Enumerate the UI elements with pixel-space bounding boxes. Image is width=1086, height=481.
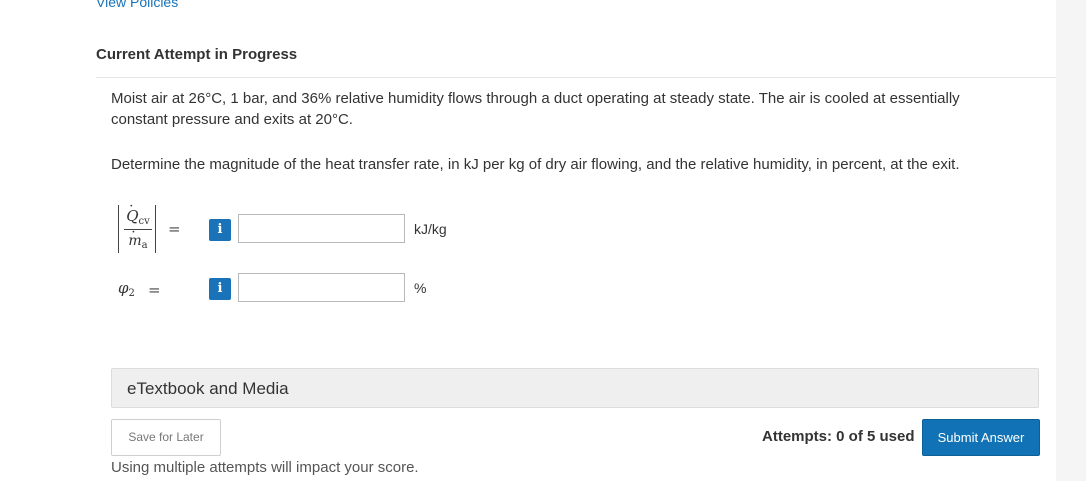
question-instruction: Determine the magnitude of the heat tran… — [111, 156, 960, 173]
heat-transfer-unit: kJ/kg — [414, 221, 447, 237]
view-policies-link[interactable]: View Policies — [96, 0, 178, 10]
info-icon[interactable]: i — [209, 219, 231, 241]
question-panel: View Policies Current Attempt in Progres… — [0, 0, 1056, 481]
etextbook-media-section[interactable]: eTextbook and Media — [111, 368, 1039, 408]
attempt-heading: Current Attempt in Progress — [96, 46, 298, 63]
fraction-line — [124, 229, 152, 230]
phi-symbol: φ — [118, 279, 129, 297]
relative-humidity-input[interactable] — [238, 273, 405, 302]
equals-sign-1: = — [168, 220, 181, 238]
denominator-subscript: a — [141, 240, 148, 251]
relative-humidity-label: φ2 — [118, 279, 135, 299]
submit-answer-button[interactable]: Submit Answer — [922, 419, 1040, 456]
save-for-later-button[interactable]: Save for Later — [111, 419, 221, 456]
abs-bar-left — [118, 205, 119, 253]
fraction-numerator: · Qcv — [126, 199, 150, 227]
question-text: Moist air at 26°C, 1 bar, and 36% relati… — [111, 90, 960, 128]
equals-sign-2: = — [148, 281, 161, 299]
divider — [96, 77, 1056, 78]
attempts-warning: Using multiple attempts will impact your… — [111, 459, 419, 476]
attempts-counter: Attempts: 0 of 5 used — [762, 428, 915, 445]
info-icon[interactable]: i — [209, 278, 231, 300]
relative-humidity-unit: % — [414, 280, 427, 296]
heat-transfer-input[interactable] — [238, 214, 405, 243]
fraction-denominator: · ma — [128, 225, 148, 251]
numerator-subscript: cv — [138, 216, 150, 227]
heat-transfer-fraction-label: · Qcv · ma — [118, 199, 160, 255]
abs-bar-right — [155, 205, 156, 253]
phi-subscript: 2 — [128, 288, 135, 299]
